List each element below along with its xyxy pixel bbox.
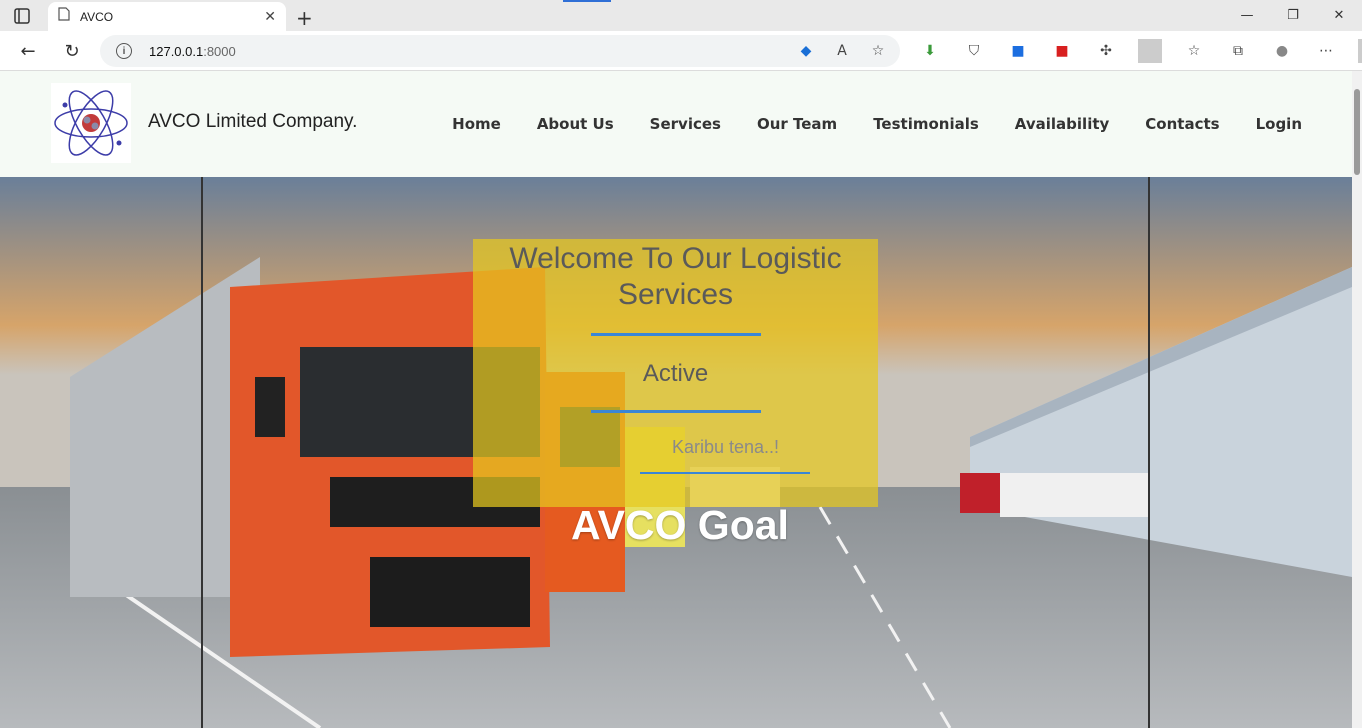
nav-availability[interactable]: Availability: [1015, 115, 1110, 133]
more-menu-icon[interactable]: ⋯: [1314, 39, 1338, 63]
nav-testimonials[interactable]: Testimonials: [873, 115, 979, 133]
nav-login[interactable]: Login: [1256, 115, 1302, 133]
title-underline: [590, 333, 761, 336]
greeting-underline: [640, 472, 810, 474]
page-icon: [58, 7, 70, 26]
blue-extension-icon[interactable]: ■: [1006, 39, 1030, 63]
hero-section: Welcome To Our Logistic Services Active …: [0, 177, 1352, 728]
red-extension-icon[interactable]: ■: [1050, 39, 1074, 63]
nav-team[interactable]: Our Team: [757, 115, 837, 133]
new-tab-icon[interactable]: +: [296, 6, 313, 30]
greeting-text: Karibu tena..!: [671, 437, 780, 457]
site-header: AVCO Limited Company. Home About Us Serv…: [0, 71, 1352, 177]
welcome-title: Welcome To Our Logistic Services: [509, 242, 842, 311]
tag-icon[interactable]: ◆: [796, 41, 816, 61]
favorites-icon[interactable]: ☆: [1182, 39, 1206, 63]
tab-actions-icon[interactable]: [14, 8, 30, 24]
close-window-icon[interactable]: ✕: [1316, 0, 1362, 31]
web-page: AVCO Limited Company. Home About Us Serv…: [0, 71, 1352, 728]
back-icon[interactable]: ←: [16, 39, 40, 63]
brand-name: AVCO Limited Company.: [148, 111, 358, 132]
download-extension-icon[interactable]: ⬇: [918, 39, 942, 63]
page-scrollbar[interactable]: [1352, 71, 1362, 728]
browser-tabbar: AVCO ✕ + — ❐ ✕: [0, 0, 1362, 31]
collections-icon[interactable]: ⧉: [1226, 39, 1250, 63]
profile-avatar[interactable]: ●: [1270, 39, 1294, 63]
shield-extension-icon[interactable]: ⛉: [962, 39, 986, 63]
scrollbar-thumb[interactable]: [1354, 89, 1360, 175]
refresh-icon[interactable]: ↻: [60, 39, 84, 63]
browser-toolbar: ← ↻ i 127.0.0.1:8000 ◆ A ☆ ⬇ ⛉ ■ ■ ✣ ☆ ⧉…: [0, 31, 1362, 71]
address-bar[interactable]: i 127.0.0.1:8000 ◆ A ☆: [100, 35, 900, 67]
nav-home[interactable]: Home: [452, 115, 501, 133]
toolbar-separator: [1138, 39, 1162, 63]
company-logo[interactable]: [51, 83, 131, 163]
goal-heading: AVCO Goal: [571, 502, 789, 548]
close-tab-icon[interactable]: ✕: [264, 8, 276, 25]
toolbar-separator: [1358, 39, 1362, 63]
main-nav: Home About Us Services Our Team Testimon…: [452, 115, 1302, 133]
panel-divider-right: [1148, 177, 1150, 728]
favorite-add-icon[interactable]: ☆: [868, 41, 888, 61]
info-icon[interactable]: i: [116, 43, 132, 59]
nav-services[interactable]: Services: [650, 115, 721, 133]
status-underline: [590, 410, 761, 413]
panel-divider-left: [201, 177, 203, 728]
nav-contacts[interactable]: Contacts: [1145, 115, 1219, 133]
minimize-icon[interactable]: —: [1224, 0, 1270, 31]
status-text: Active: [642, 360, 709, 387]
tab-title: AVCO: [80, 9, 114, 24]
nav-about[interactable]: About Us: [537, 115, 614, 133]
url-text[interactable]: 127.0.0.1:8000: [149, 44, 236, 59]
welcome-overlay: Welcome To Our Logistic Services Active …: [473, 239, 878, 507]
read-aloud-icon[interactable]: A: [832, 41, 852, 61]
window-accent: [563, 0, 611, 2]
restore-icon[interactable]: ❐: [1270, 0, 1316, 31]
browser-tab[interactable]: AVCO ✕: [48, 2, 286, 31]
extensions-icon[interactable]: ✣: [1094, 39, 1118, 63]
